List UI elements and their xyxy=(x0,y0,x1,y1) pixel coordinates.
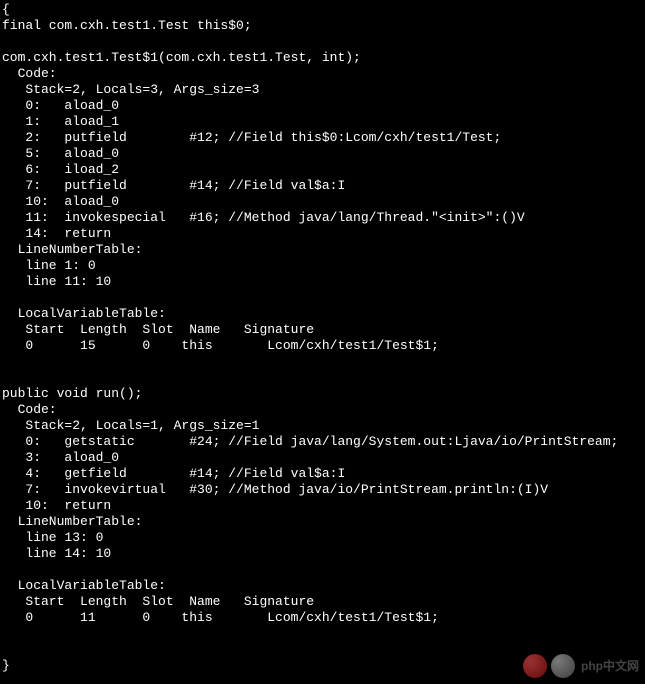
watermark-dot-right xyxy=(551,654,575,678)
terminal-output: { final com.cxh.test1.Test this$0; com.c… xyxy=(2,2,643,674)
watermark: php中文网 xyxy=(523,654,639,678)
watermark-text: php中文网 xyxy=(581,658,639,674)
watermark-dot-left xyxy=(523,654,547,678)
